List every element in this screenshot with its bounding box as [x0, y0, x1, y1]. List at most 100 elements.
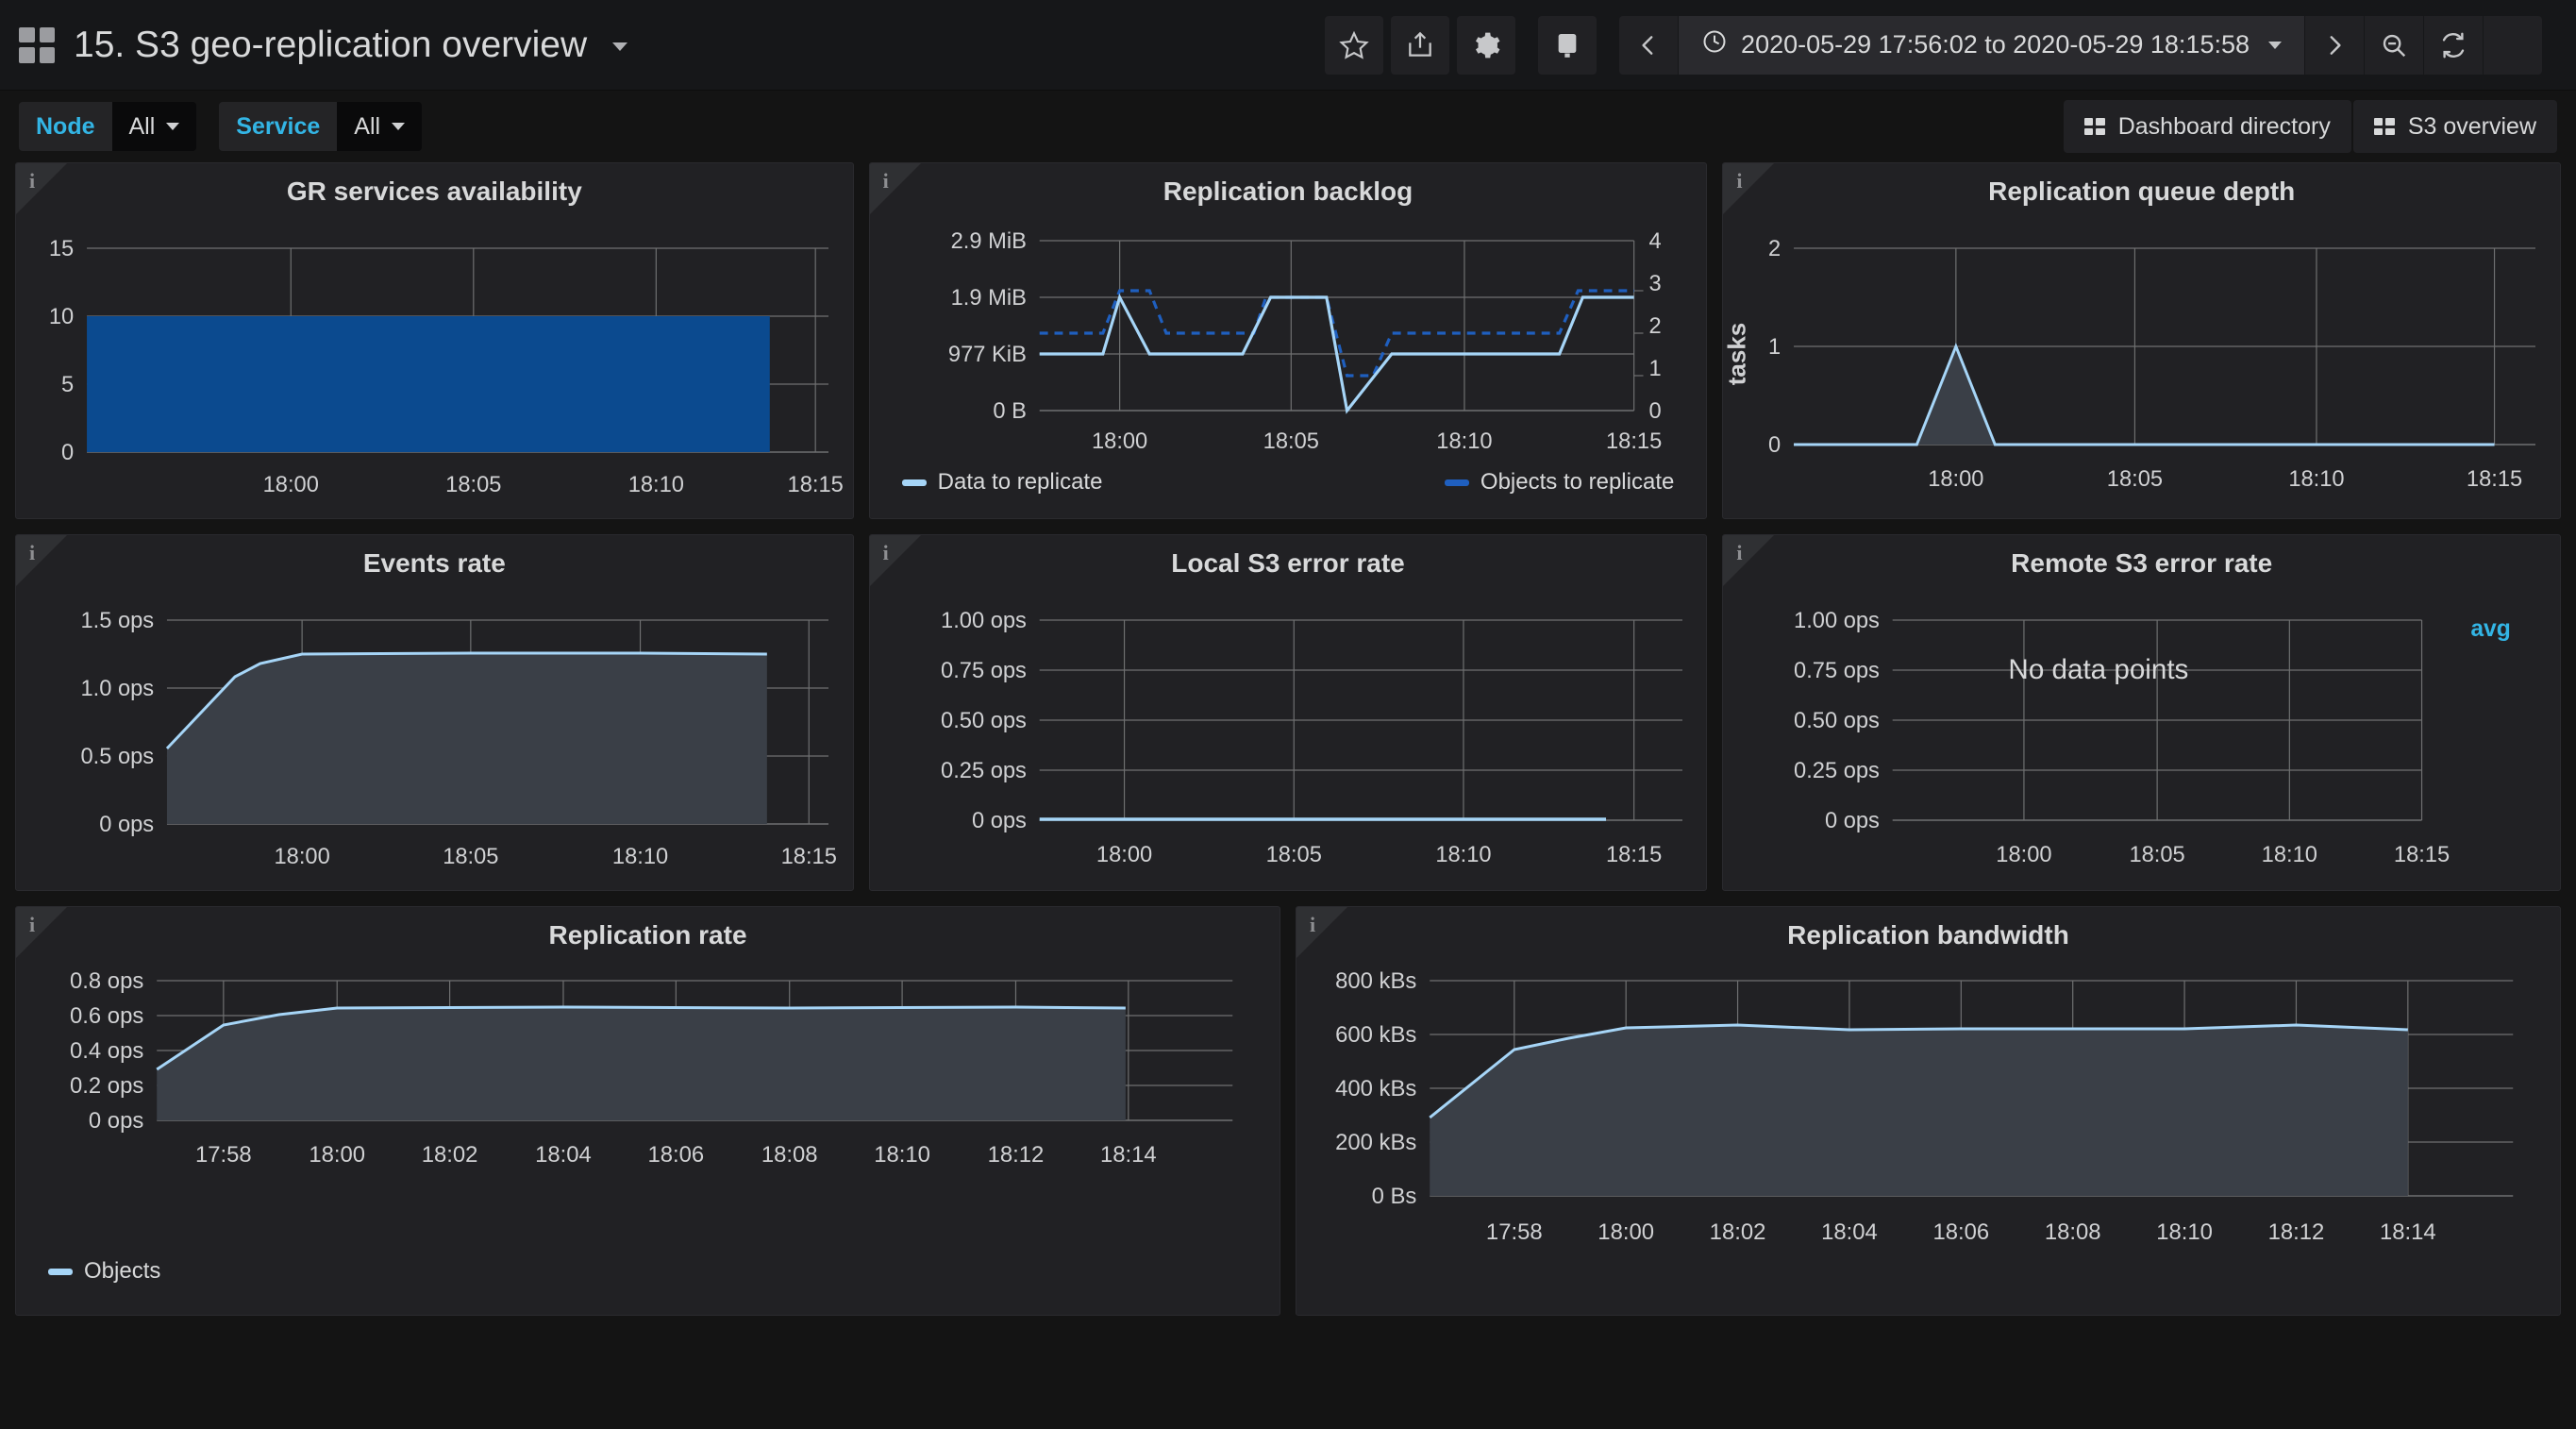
svg-text:0.50 ops: 0.50 ops — [1794, 708, 1880, 733]
info-icon[interactable]: i — [1310, 913, 1315, 937]
info-icon[interactable]: i — [29, 913, 35, 937]
panel-chart: tasks 2 1 0 18:00 18:05 18:10 18:15 — [1723, 212, 2560, 507]
time-range-picker[interactable]: 2020-05-29 17:56:02 to 2020-05-29 18:15:… — [1679, 15, 2304, 75]
svg-text:0.4 ops: 0.4 ops — [70, 1038, 143, 1064]
panel-chart: 1.00 ops 0.75 ops 0.50 ops 0.25 ops 0 op… — [870, 584, 1707, 879]
svg-text:10: 10 — [49, 304, 74, 329]
panel-title: Replication queue depth — [1988, 177, 2296, 206]
svg-text:0.75 ops: 0.75 ops — [1794, 658, 1880, 683]
svg-text:18:10: 18:10 — [2289, 466, 2345, 492]
legend-item-data-to-replicate[interactable]: Data to replicate — [901, 469, 1102, 496]
svg-text:4: 4 — [1648, 228, 1661, 254]
chevron-down-icon[interactable] — [611, 42, 627, 51]
panel-gr-services-availability[interactable]: i GR services availability 15 10 5 0 18:… — [15, 162, 854, 519]
svg-text:18:14: 18:14 — [2380, 1219, 2436, 1245]
y-axis-right-labels: 4 3 2 1 0 — [1648, 228, 1661, 424]
chart-remote-s3-error-rate: 1.00 ops 0.75 ops 0.50 ops 0.25 ops 0 op… — [1794, 608, 2512, 867]
star-icon[interactable] — [1325, 15, 1384, 75]
svg-text:18:14: 18:14 — [1100, 1142, 1157, 1168]
info-icon[interactable]: i — [883, 169, 889, 193]
panel-replication-rate[interactable]: i Replication rate 0.8 ops 0.6 ops 0.4 o… — [15, 906, 1280, 1316]
legend-label: Objects — [84, 1258, 161, 1284]
svg-text:18:00: 18:00 — [309, 1142, 365, 1168]
variable-node-dropdown[interactable]: All — [111, 102, 197, 151]
svg-text:1.5 ops: 1.5 ops — [80, 608, 154, 633]
variable-node[interactable]: Node All — [19, 102, 197, 151]
chevron-down-icon[interactable] — [2268, 41, 2282, 49]
svg-text:18:05: 18:05 — [1265, 842, 1321, 867]
svg-text:18:10: 18:10 — [2156, 1219, 2213, 1245]
panel-corner-decoration — [869, 535, 921, 586]
legend-item-objects[interactable]: Objects — [48, 1258, 160, 1285]
svg-text:18:05: 18:05 — [445, 472, 501, 497]
series-area-services-up — [87, 316, 770, 452]
dashboard-link-directory-label: Dashboard directory — [2117, 112, 2331, 140]
svg-text:18:10: 18:10 — [2262, 842, 2317, 867]
variable-service-label: Service — [219, 102, 338, 151]
gridlines — [1039, 619, 1682, 821]
info-icon[interactable]: i — [29, 541, 35, 565]
panel-title: Replication rate — [548, 920, 747, 950]
panel-corner-decoration — [1723, 163, 1775, 214]
y-axis-labels: 1.00 ops 0.75 ops 0.50 ops 0.25 ops 0 op… — [941, 608, 1027, 833]
y-axis-labels: 2 1 0 — [1768, 236, 1781, 458]
panel-chart: 1.00 ops 0.75 ops 0.50 ops 0.25 ops 0 op… — [1723, 584, 2560, 879]
panel-chart: 1.5 ops 1.0 ops 0.5 ops 0 ops 18:00 18:0… — [16, 584, 853, 879]
svg-text:1: 1 — [1768, 334, 1781, 360]
panel-replication-queue-depth[interactable]: i Replication queue depth tasks 2 1 0 18… — [1722, 162, 2562, 519]
variables-bar: Node All Service All Dashboard directory… — [0, 91, 2576, 162]
variable-service-value: All — [354, 112, 381, 140]
time-range-next-button[interactable] — [2305, 15, 2364, 75]
svg-text:18:04: 18:04 — [535, 1142, 592, 1168]
zoom-out-icon[interactable] — [2365, 15, 2423, 75]
x-axis-labels: 18:00 18:05 18:10 18:15 — [1929, 466, 2523, 492]
panel-local-s3-error-rate[interactable]: i Local S3 error rate 1.00 ops 0.75 ops … — [868, 534, 1708, 891]
panel-replication-backlog[interactable]: i Replication backlog 2.9 MiB 1.9 MiB 97… — [868, 162, 1708, 519]
dashboard-link-directory[interactable]: Dashboard directory — [2063, 100, 2351, 153]
svg-text:2.9 MiB: 2.9 MiB — [950, 228, 1026, 254]
svg-text:5: 5 — [61, 372, 74, 397]
legend-label-avg[interactable]: avg — [2471, 616, 2512, 642]
dashboard-grid: i GR services availability 15 10 5 0 18:… — [0, 162, 2576, 1316]
legend-item-objects-to-replicate[interactable]: Objects to replicate — [1444, 469, 1706, 496]
time-range-prev-button[interactable] — [1619, 15, 1679, 75]
svg-text:18:12: 18:12 — [2268, 1219, 2325, 1245]
chart-replication-backlog: 2.9 MiB 1.9 MiB 977 KiB 0 B 4 3 2 1 0 18… — [948, 228, 1662, 454]
dashboard-link-s3-overview[interactable]: S3 overview — [2352, 100, 2557, 153]
panel-corner-decoration — [1723, 535, 1775, 586]
svg-text:18:00: 18:00 — [1096, 842, 1152, 867]
svg-text:15: 15 — [49, 236, 74, 261]
svg-text:18:10: 18:10 — [1436, 429, 1492, 454]
panel-replication-bandwidth[interactable]: i Replication bandwidth 800 kBs 600 kBs … — [1296, 906, 2561, 1316]
x-axis-labels: 18:00 18:05 18:10 18:15 — [274, 844, 836, 869]
gridlines — [1794, 247, 2536, 446]
panel-title: Local S3 error rate — [1171, 548, 1405, 578]
y-axis-labels: 1.00 ops 0.75 ops 0.50 ops 0.25 ops 0 op… — [1794, 608, 1880, 833]
refresh-interval-dropdown[interactable] — [2484, 15, 2542, 75]
grid-icon — [2083, 118, 2105, 135]
info-icon[interactable]: i — [1736, 541, 1742, 565]
tv-icon[interactable] — [1538, 15, 1597, 75]
info-icon[interactable]: i — [29, 169, 35, 193]
svg-text:1: 1 — [1648, 356, 1661, 381]
chart-gr-services-availability: 15 10 5 0 18:00 18:05 18:10 18:15 — [49, 236, 844, 497]
gear-icon[interactable] — [1457, 15, 1516, 75]
svg-text:1.0 ops: 1.0 ops — [80, 676, 154, 701]
x-axis-labels: 18:00 18:05 18:10 18:15 — [263, 472, 844, 497]
variable-service[interactable]: Service All — [219, 102, 423, 151]
info-icon[interactable]: i — [883, 541, 889, 565]
panel-events-rate[interactable]: i Events rate 1.5 ops 1.0 ops 0.5 ops 0 … — [15, 534, 854, 891]
x-axis-labels: 17:58 18:00 18:02 18:04 18:06 18:08 18:1… — [1486, 1219, 2436, 1245]
share-icon[interactable] — [1391, 15, 1450, 75]
svg-text:1.00 ops: 1.00 ops — [1794, 608, 1880, 633]
page-title[interactable]: 15. S3 geo-replication overview — [74, 25, 627, 66]
svg-text:800 kBs: 800 kBs — [1335, 968, 1416, 994]
variable-service-dropdown[interactable]: All — [337, 102, 423, 151]
refresh-icon[interactable] — [2424, 15, 2483, 75]
panel-remote-s3-error-rate[interactable]: i Remote S3 error rate 1.00 ops 0.75 ops… — [1722, 534, 2562, 891]
info-icon[interactable]: i — [1736, 169, 1742, 193]
svg-text:18:04: 18:04 — [1821, 1219, 1878, 1245]
grid-icon[interactable] — [19, 26, 55, 63]
svg-text:18:00: 18:00 — [263, 472, 319, 497]
svg-text:18:10: 18:10 — [612, 844, 668, 869]
